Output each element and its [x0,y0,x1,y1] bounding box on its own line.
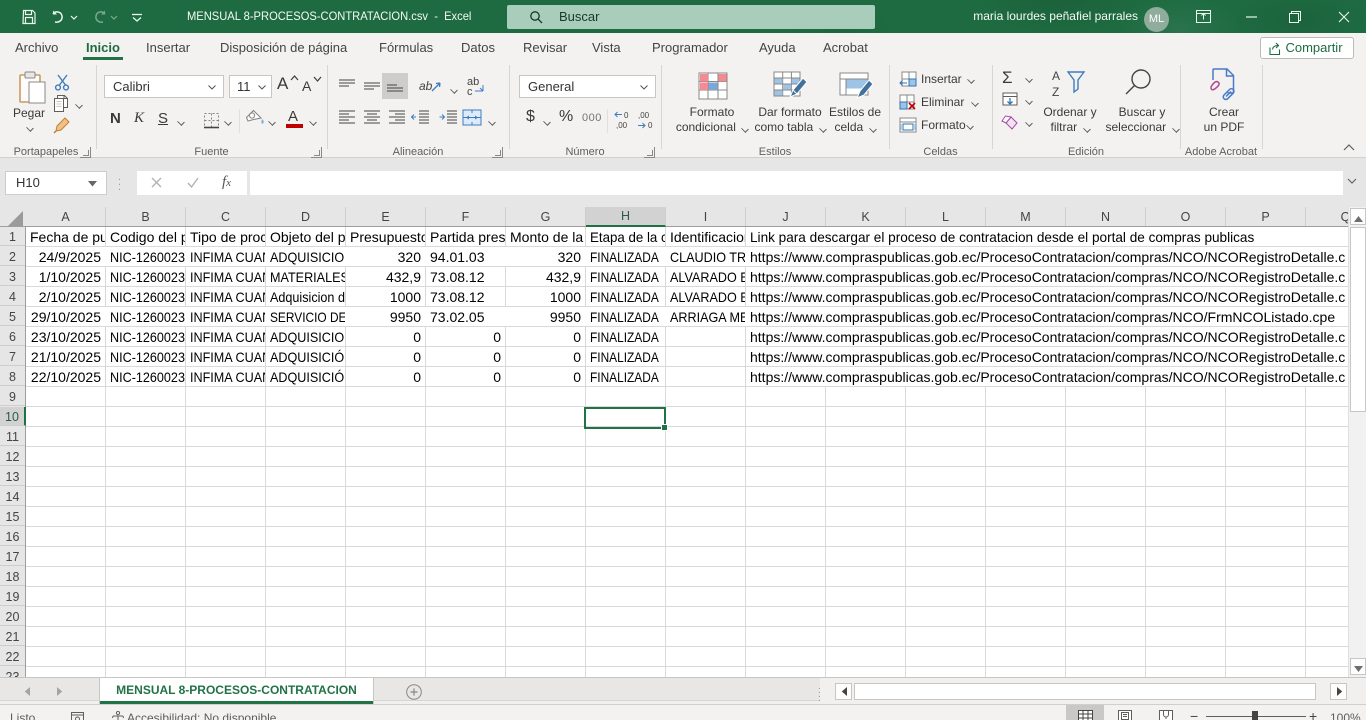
svg-text:Z: Z [1052,85,1059,99]
svg-text:A: A [1052,69,1060,83]
svg-text:,00: ,00 [638,111,650,120]
svg-text:c: c [467,86,473,97]
svg-text:ab: ab [419,79,433,93]
svg-text:0: 0 [624,111,629,120]
svg-text:,00: ,00 [616,121,628,130]
svg-text:0: 0 [648,121,653,130]
